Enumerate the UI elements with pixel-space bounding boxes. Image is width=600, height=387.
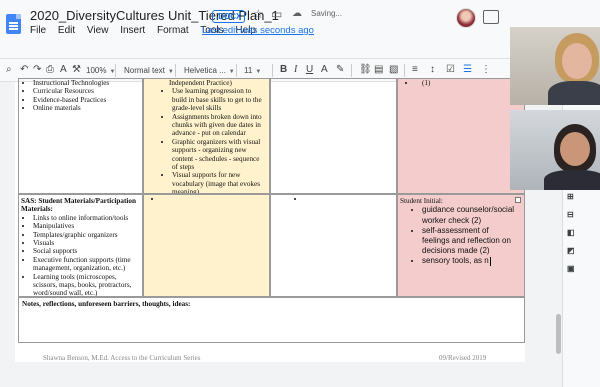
bulleted-list-icon[interactable]: ☰ (463, 64, 472, 76)
active-text: sensory tools, as n (422, 256, 489, 266)
font-select[interactable]: Helvetica ... ▼ (184, 65, 235, 78)
list-item: Instructional Technologies (33, 79, 142, 87)
list-item: Links to online information/tools (33, 214, 142, 222)
panel-icon[interactable]: ⊟ (567, 210, 574, 219)
empty-bullet (162, 195, 269, 203)
panel-icon[interactable]: ⊞ (567, 192, 574, 201)
text-color-icon[interactable]: A (321, 64, 328, 76)
comments-icon[interactable] (483, 10, 499, 24)
link-icon[interactable]: ⛓ (359, 64, 372, 76)
vertical-scrollbar[interactable] (556, 314, 561, 354)
italic-icon[interactable]: I (294, 64, 297, 76)
list-item: Visuals (33, 239, 142, 247)
line-spacing-icon[interactable]: ↕ (430, 64, 435, 76)
list-item: guidance counselor/social worker check (… (422, 205, 518, 225)
list-item[interactable]: sensory tools, as n (422, 256, 518, 266)
menu-view[interactable]: View (87, 25, 109, 36)
list-item: Executive function supports (time manage… (33, 256, 142, 273)
list-item: Social supports (33, 247, 142, 255)
numbered-list-icon[interactable]: ⋮ (481, 64, 491, 76)
cell-heading: Independent Practice) (169, 79, 232, 87)
list-item: Online materials (33, 104, 142, 112)
footer-right: 09/Revised 2019 (439, 354, 487, 362)
menu-file[interactable]: File (30, 25, 46, 36)
file-format-badge: .DOCX (212, 10, 246, 23)
print-icon[interactable]: ⎙ (46, 64, 54, 76)
image-icon[interactable]: ▧ (389, 64, 398, 76)
table-cell-r1c1[interactable]: Instructional Technologies Curricular Re… (18, 78, 143, 194)
panel-icon[interactable]: ▣ (567, 264, 575, 273)
list-item: Graphic organizers with visual supports … (172, 138, 267, 172)
save-status: Saving... (311, 9, 343, 18)
empty-bullet (305, 195, 396, 203)
checklist-icon[interactable]: ☑ (446, 64, 455, 76)
list-item: Templates/graphic organizers (33, 231, 142, 239)
table-cell-r2c2[interactable] (143, 194, 270, 297)
list-item: Assignments broken down into chunks with… (172, 113, 267, 138)
redo-icon[interactable]: ↷ (33, 64, 41, 76)
list-item: Curricular Resources (33, 87, 142, 95)
menu-edit[interactable]: Edit (58, 25, 75, 36)
text-cursor (489, 256, 491, 266)
font-size-select[interactable]: 11 ▼ (244, 65, 261, 78)
menu-insert[interactable]: Insert (120, 25, 145, 36)
cell-heading: SAS: Student Materials/Participation Mat… (21, 197, 136, 214)
comment-icon[interactable]: ▤ (374, 64, 383, 76)
list-item: Manipulatives (33, 222, 142, 230)
video-participant-1 (510, 27, 600, 105)
footer-left: Shawna Benson, M.Ed. Access to the Curri… (43, 354, 201, 362)
notes-label: Notes, reflections, unforeseen barriers,… (22, 300, 191, 308)
table-cell-notes[interactable]: Notes, reflections, unforeseen barriers,… (18, 297, 525, 343)
list-item: Use learning progression to build in bas… (172, 87, 267, 112)
panel-icon[interactable]: ◧ (567, 228, 575, 237)
table-cell-r2c1[interactable]: SAS: Student Materials/Participation Mat… (18, 194, 143, 297)
spellcheck-icon[interactable]: A (60, 64, 67, 76)
bold-icon[interactable]: B (280, 64, 287, 76)
menu-format[interactable]: Format (157, 25, 189, 36)
cloud-saving-icon: ☁ (292, 8, 302, 19)
list-item: Evidence-based Practices (33, 96, 142, 104)
align-icon[interactable]: ≡ (412, 64, 418, 76)
table-cell-r2c4[interactable]: Student Initial: guidance counselor/soci… (397, 194, 525, 297)
user-avatar[interactable] (456, 8, 476, 28)
table-cell-handle-icon[interactable] (515, 197, 521, 203)
search-menus-icon[interactable]: ⌕ (6, 64, 12, 76)
star-icon[interactable]: ☆ (253, 7, 264, 21)
last-edit-link[interactable]: Last edit was seconds ago (202, 25, 314, 36)
cell-heading: Student Initial: (400, 197, 443, 205)
table-cell-r1c2[interactable]: Independent Practice) Use learning progr… (143, 78, 270, 194)
paint-format-icon[interactable]: ⚒ (72, 64, 81, 76)
document-page[interactable]: Instructional Technologies Curricular Re… (15, 78, 525, 362)
video-participant-2 (510, 110, 600, 190)
panel-icon[interactable]: ◩ (567, 246, 575, 255)
list-item: Learning tools (microscopes, scissors, m… (33, 273, 142, 296)
list-item: (1) (416, 79, 524, 87)
undo-icon[interactable]: ↶ (20, 64, 28, 76)
table-cell-r1c4[interactable]: (1) (397, 78, 525, 194)
table-cell-r2c3[interactable] (270, 194, 397, 297)
table-cell-r1c3[interactable] (270, 78, 397, 194)
list-item: Visual supports for new vocabulary (imag… (172, 171, 267, 193)
style-select[interactable]: Normal text ▼ (124, 65, 174, 78)
zoom-select[interactable]: 100% ▼ (86, 65, 115, 78)
list-item: self-assessment of feelings and reflecti… (422, 226, 518, 257)
move-folder-icon[interactable]: ▭ (271, 7, 282, 21)
underline-icon[interactable]: U (306, 64, 313, 76)
highlight-icon[interactable]: ✎ (336, 64, 344, 76)
docs-logo-icon[interactable] (6, 14, 21, 34)
